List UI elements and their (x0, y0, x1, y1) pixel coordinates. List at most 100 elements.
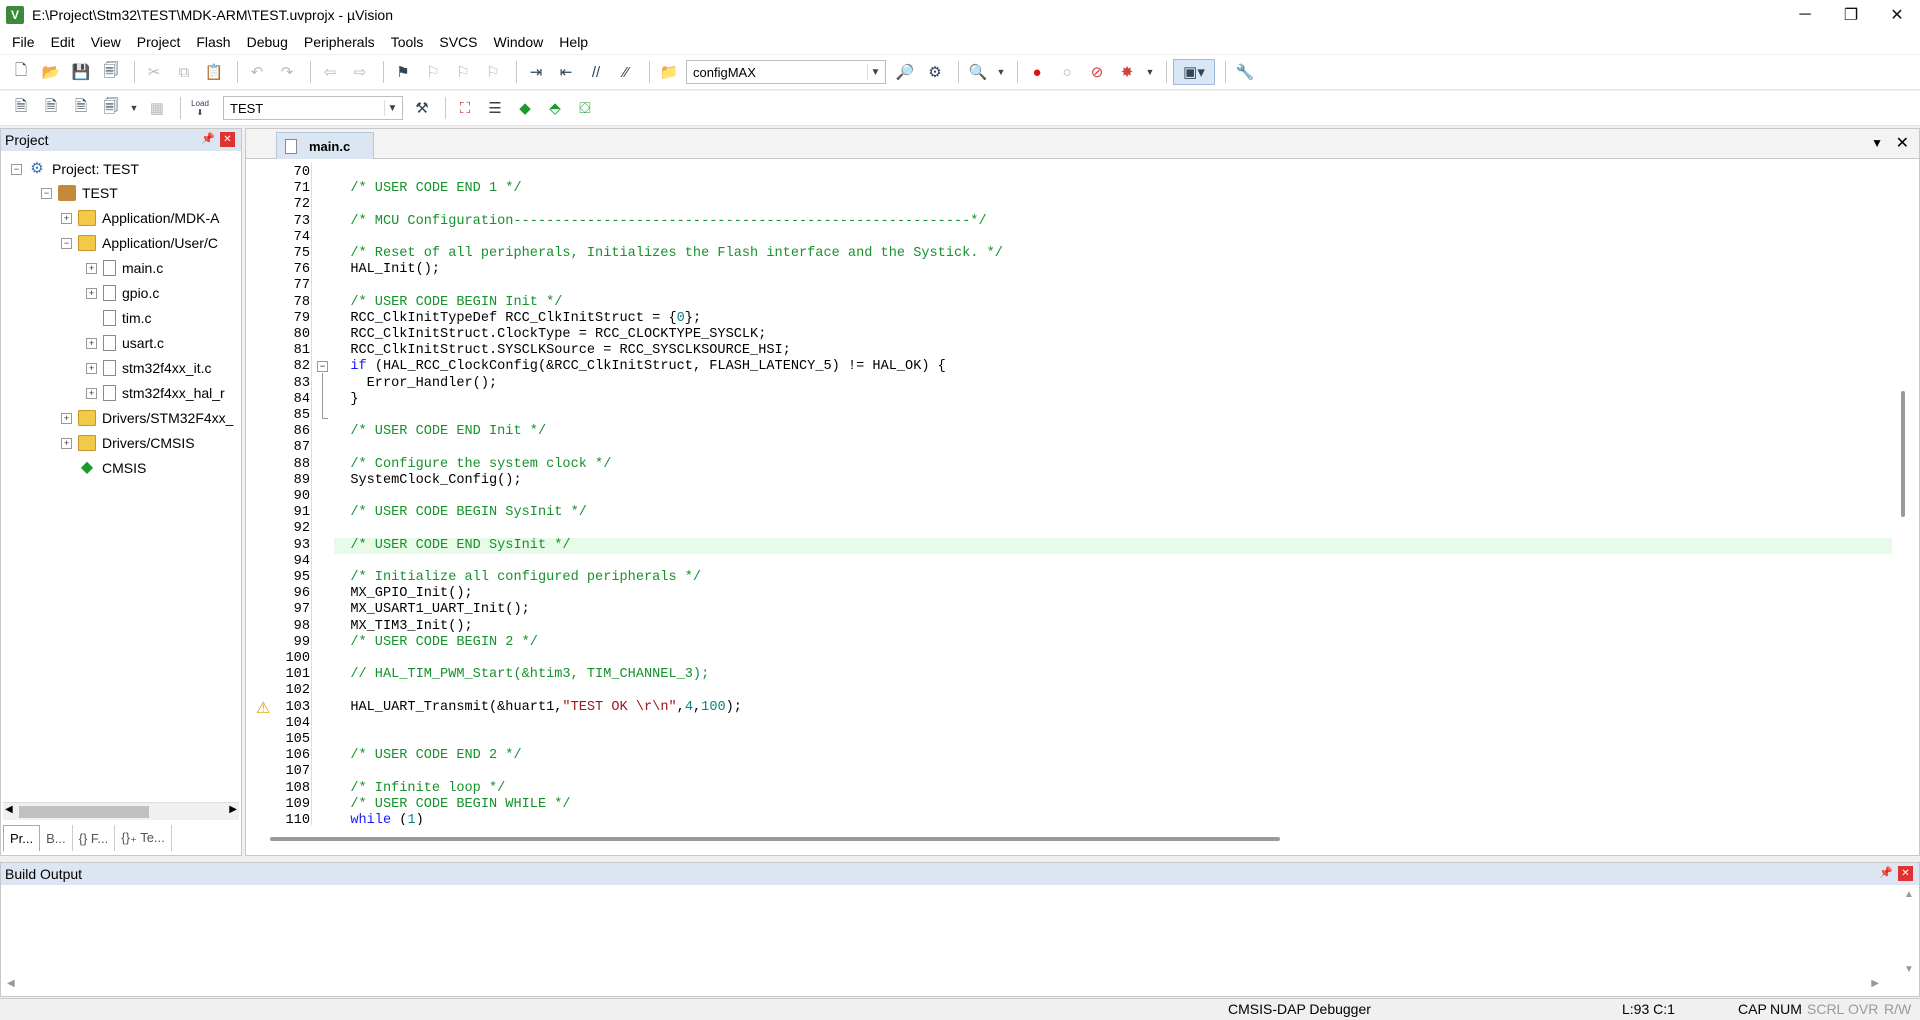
menu-flash[interactable]: Flash (188, 34, 238, 50)
tab-project[interactable]: Pr... (3, 825, 41, 851)
tab-books[interactable]: B... (40, 825, 73, 851)
code-line[interactable]: MX_USART1_UART_Init(); (334, 602, 1892, 618)
navigate-forward-icon[interactable]: ⇨ (347, 59, 373, 85)
tree-item[interactable]: + stm32f4xx_it.c (86, 357, 211, 379)
expand-icon[interactable]: + (86, 362, 97, 374)
horizontal-scrollbar[interactable]: ◀ ▶ (3, 975, 1899, 993)
code-line[interactable]: /* USER CODE END Init */ (334, 424, 1892, 440)
code-line[interactable]: /* USER CODE BEGIN 2 */ (334, 635, 1892, 651)
scroll-left-icon[interactable]: ◀ (5, 804, 13, 815)
stop-build-icon[interactable]: ▦ (144, 95, 170, 121)
chevron-down-icon[interactable]: ▼ (384, 100, 400, 116)
tree-item[interactable]: + main.c (86, 257, 163, 279)
expand-icon[interactable]: + (86, 262, 97, 274)
next-bookmark-icon[interactable]: ⚐ (450, 59, 476, 85)
menu-svcs[interactable]: SVCS (431, 34, 485, 50)
scroll-up-icon[interactable]: ▲ (1904, 889, 1914, 900)
menu-window[interactable]: Window (486, 34, 552, 50)
code-line[interactable] (334, 683, 1892, 699)
bookmark-icon[interactable]: ⚑ (390, 59, 416, 85)
tree-item[interactable]: tim.c (86, 307, 152, 329)
find-combo[interactable]: configMAX ▼ (686, 60, 886, 84)
window-layout-icon[interactable]: ▣▾ (1173, 59, 1215, 85)
expand-icon[interactable]: + (86, 387, 97, 399)
code-line[interactable] (334, 489, 1892, 505)
code-line[interactable]: /* USER CODE END SysInit */ (334, 537, 1892, 554)
manage-components-icon[interactable]: ⛶ (452, 95, 478, 121)
navigate-back-icon[interactable]: ⇦ (317, 59, 343, 85)
menu-debug[interactable]: Debug (239, 34, 296, 50)
close-window-button[interactable]: ✕ (1874, 0, 1920, 30)
code-line[interactable]: /* USER CODE BEGIN SysInit */ (334, 505, 1892, 521)
cut-icon[interactable]: ✂ (141, 59, 167, 85)
pack-installer-icon[interactable]: ⛋ (572, 95, 598, 121)
insert-breakpoint-icon[interactable]: ● (1024, 59, 1050, 85)
expand-icon[interactable]: + (61, 212, 72, 224)
unindent-icon[interactable]: ⇤ (553, 59, 579, 85)
uncomment-icon[interactable]: ⁄⁄ (613, 59, 639, 85)
rebuild-icon[interactable]: 🗎 (68, 95, 94, 121)
code-line[interactable]: HAL_UART_Transmit(&huart1,"TEST OK \r\n"… (334, 700, 1892, 716)
collapse-icon[interactable]: − (11, 163, 22, 175)
pin-icon[interactable]: 📌 (1879, 866, 1893, 879)
menu-view[interactable]: View (83, 34, 129, 50)
code-line[interactable] (334, 408, 1892, 424)
code-line[interactable]: /* MCU Configuration--------------------… (334, 214, 1892, 230)
disable-breakpoints-icon[interactable]: ⊘ (1084, 59, 1110, 85)
kill-breakpoints-icon[interactable]: ✸ (1114, 59, 1140, 85)
chevron-down-icon[interactable]: ▼ (995, 59, 1007, 85)
scrollbar-thumb[interactable] (270, 837, 1280, 841)
code-line[interactable]: } (334, 392, 1892, 408)
chevron-down-icon[interactable]: ▼ (128, 95, 140, 121)
code-line[interactable]: RCC_ClkInitStruct.ClockType = RCC_CLOCKT… (334, 327, 1892, 343)
tab-functions[interactable]: {} F... (73, 825, 116, 851)
code-line[interactable]: /* USER CODE END 2 */ (334, 748, 1892, 764)
minimize-button[interactable]: ─ (1782, 0, 1828, 30)
copy-icon[interactable]: ⧉ (171, 59, 197, 85)
debug-session-icon[interactable]: 🔍 (965, 59, 991, 85)
code-line[interactable]: HAL_Init(); (334, 262, 1892, 278)
menu-file[interactable]: File (4, 34, 43, 50)
code-line[interactable]: /* Reset of all peripherals, Initializes… (334, 246, 1892, 262)
scroll-right-icon[interactable]: ▶ (1871, 978, 1879, 989)
scroll-down-icon[interactable]: ▼ (1904, 964, 1914, 975)
tree-item[interactable]: − TEST (41, 182, 118, 204)
code-line[interactable] (334, 554, 1892, 570)
code-line[interactable]: Error_Handler(); (334, 376, 1892, 392)
target-combo[interactable]: TEST ▼ (223, 96, 403, 120)
select-software-packs-icon[interactable]: ⬘ (542, 95, 568, 121)
comment-icon[interactable]: // (583, 59, 609, 85)
code-line[interactable]: /* Configure the system clock */ (334, 457, 1892, 473)
menu-project[interactable]: Project (129, 34, 189, 50)
find-icon[interactable]: 🔎 (892, 59, 918, 85)
expand-icon[interactable]: + (61, 412, 72, 424)
code-line[interactable]: MX_TIM3_Init(); (334, 619, 1892, 635)
build-output-text[interactable] (3, 887, 1883, 973)
code-line[interactable]: /* USER CODE END 1 */ (334, 181, 1892, 197)
download-icon[interactable]: Load ⬇ (187, 95, 213, 121)
code-line[interactable]: /* USER CODE BEGIN WHILE */ (334, 797, 1892, 813)
scrollbar-thumb[interactable] (1901, 391, 1905, 517)
tree-item[interactable]: + stm32f4xx_hal_r (86, 382, 225, 404)
find-in-files-icon[interactable]: 📁 (656, 59, 682, 85)
tree-item[interactable]: + gpio.c (86, 282, 159, 304)
close-icon[interactable]: ✕ (220, 132, 235, 147)
translate-icon[interactable]: 🗎 (8, 95, 34, 121)
previous-bookmark-icon[interactable]: ⚐ (420, 59, 446, 85)
code-line[interactable]: /* Infinite loop */ (334, 781, 1892, 797)
code-line[interactable]: RCC_ClkInitTypeDef RCC_ClkInitStruct = {… (334, 311, 1892, 327)
code-line[interactable] (334, 440, 1892, 456)
tree-item[interactable]: + Drivers/STM32F4xx_ (61, 407, 233, 429)
code-line[interactable] (334, 278, 1892, 294)
collapse-icon[interactable]: − (61, 237, 72, 249)
code-line[interactable] (334, 197, 1892, 213)
options-for-target-icon[interactable]: ⚒ (409, 95, 435, 121)
undo-icon[interactable]: ↶ (244, 59, 270, 85)
menu-tools[interactable]: Tools (383, 34, 432, 50)
expand-icon[interactable]: + (61, 437, 72, 449)
warning-icon[interactable]: ⚠ (256, 698, 270, 718)
batch-build-icon[interactable]: 🗐 (98, 95, 124, 121)
vertical-scrollbar[interactable]: ▲ ▼ (1901, 889, 1917, 975)
build-icon[interactable]: 🗎 (38, 95, 64, 121)
tree-item[interactable]: − ⚙ Project: TEST (11, 158, 139, 180)
